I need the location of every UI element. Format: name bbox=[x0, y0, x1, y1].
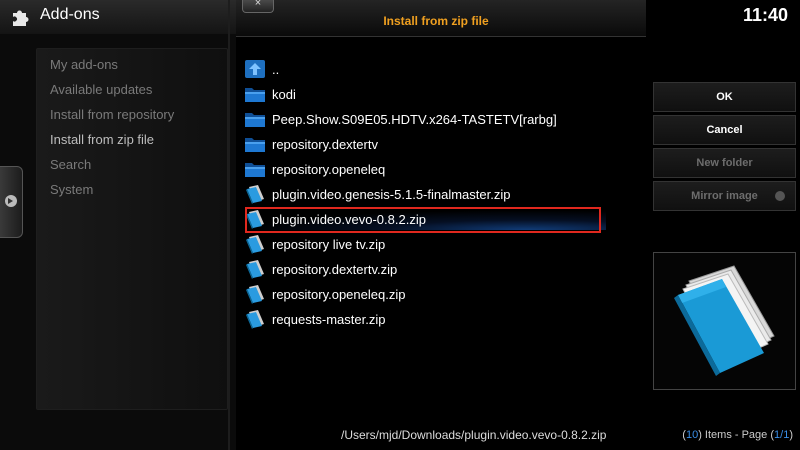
puzzle-piece-icon bbox=[13, 10, 29, 26]
file-name: repository live tv.zip bbox=[272, 237, 386, 252]
menu-item-my-addons[interactable]: My add-ons bbox=[50, 52, 174, 77]
file-name: repository.dextertv.zip bbox=[272, 262, 398, 277]
mirror-image-button[interactable]: Mirror image bbox=[653, 181, 796, 211]
clock: 11:40 bbox=[742, 5, 788, 25]
file-name: repository.openeleq.zip bbox=[272, 287, 406, 302]
cancel-button[interactable]: Cancel bbox=[653, 115, 796, 145]
new-folder-button[interactable]: New folder bbox=[653, 148, 796, 178]
file-list-item[interactable]: repository live tv.zip bbox=[244, 232, 606, 257]
file-name: repository.openeleq bbox=[272, 162, 386, 177]
item-count: 10 bbox=[685, 429, 699, 441]
file-list-item[interactable]: repository.dextertv bbox=[244, 132, 606, 157]
file-list-item[interactable]: Peep.Show.S09E05.HDTV.x264-TASTETV[rarbg… bbox=[244, 107, 606, 132]
folder-icon bbox=[245, 138, 265, 152]
file-list-item[interactable]: repository.dextertv.zip bbox=[244, 257, 606, 282]
zip-file-icon bbox=[246, 185, 264, 204]
file-thumbnail bbox=[653, 252, 796, 390]
menu-item-search[interactable]: Search bbox=[50, 152, 174, 177]
menu-item-install-from-repository[interactable]: Install from repository bbox=[50, 102, 174, 127]
page-info: (10) Items - Page (1/1) bbox=[682, 429, 793, 441]
file-name: requests-master.zip bbox=[272, 312, 386, 327]
file-list: .. kodi Peep.Show.S09E05.HDTV.x264-TASTETV… bbox=[244, 57, 606, 332]
dialog-title: Install from zip file bbox=[383, 14, 489, 28]
file-name: plugin.video.genesis-5.1.5-finalmaster.z… bbox=[272, 187, 511, 202]
menu-item-system[interactable]: System bbox=[50, 177, 174, 202]
file-name: .. bbox=[272, 62, 280, 77]
window-title: Add-ons bbox=[40, 6, 100, 23]
zip-file-icon bbox=[246, 260, 264, 279]
file-name: kodi bbox=[272, 87, 296, 102]
zip-file-icon bbox=[246, 235, 264, 254]
file-list-item[interactable]: requests-master.zip bbox=[244, 307, 606, 332]
left-menu: My add-ons Available updates Install fro… bbox=[50, 52, 174, 202]
file-list-item[interactable]: repository.openeleq bbox=[244, 157, 606, 182]
file-list-item[interactable]: kodi bbox=[244, 82, 606, 107]
close-button[interactable]: × bbox=[242, 0, 274, 13]
file-list-item[interactable]: plugin.video.genesis-5.1.5-finalmaster.z… bbox=[244, 182, 606, 207]
selection-highlight bbox=[245, 207, 601, 233]
selected-file-path: /Users/mjd/Downloads/plugin.video.vevo-0… bbox=[341, 428, 607, 442]
folder-icon bbox=[245, 88, 265, 102]
zip-file-icon bbox=[246, 285, 264, 304]
items-page-label: Items - Page bbox=[701, 429, 771, 441]
ok-button[interactable]: OK bbox=[653, 82, 796, 112]
menu-item-install-from-zip[interactable]: Install from zip file bbox=[50, 127, 174, 152]
up-folder-icon bbox=[245, 60, 265, 78]
folder-icon bbox=[245, 163, 265, 177]
header-bar: Add-ons bbox=[0, 0, 240, 34]
file-name: repository.dextertv bbox=[272, 137, 378, 152]
arrow-right-icon bbox=[5, 195, 17, 207]
zip-document-icon bbox=[674, 265, 775, 376]
close-icon: × bbox=[254, 0, 262, 9]
side-panel-toggle[interactable] bbox=[0, 166, 23, 238]
folder-icon bbox=[245, 113, 265, 127]
radio-toggle-icon bbox=[775, 191, 785, 201]
divider bbox=[228, 0, 230, 450]
file-list-item[interactable]: repository.openeleq.zip bbox=[244, 282, 606, 307]
file-list-item[interactable]: .. bbox=[244, 57, 606, 82]
menu-item-available-updates[interactable]: Available updates bbox=[50, 77, 174, 102]
mirror-image-label: Mirror image bbox=[691, 190, 758, 202]
page-number: 1/1 bbox=[774, 429, 790, 441]
page-number-close: ) bbox=[789, 429, 793, 441]
zip-file-icon bbox=[246, 310, 264, 329]
file-name: Peep.Show.S09E05.HDTV.x264-TASTETV[rarbg… bbox=[272, 112, 557, 127]
